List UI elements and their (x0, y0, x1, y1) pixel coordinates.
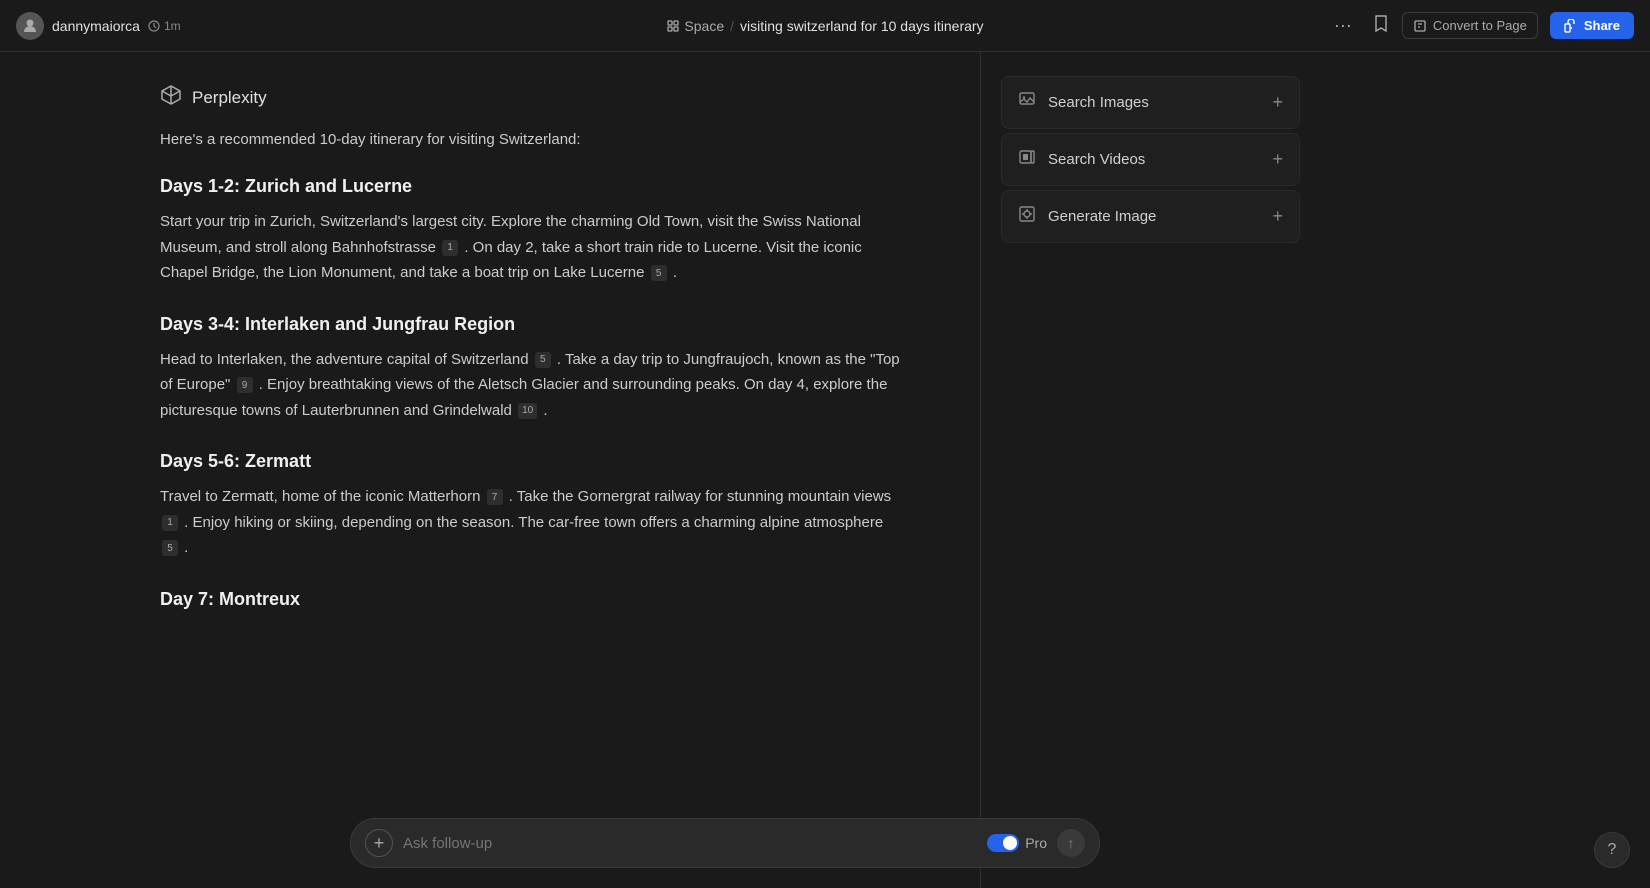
doc-title: visiting switzerland for 10 days itinera… (740, 18, 984, 34)
citation-1b[interactable]: 1 (162, 515, 178, 531)
search-videos-add-icon: + (1272, 149, 1283, 170)
citation-10[interactable]: 10 (518, 403, 537, 419)
section-body-3: Travel to Zermatt, home of the iconic Ma… (160, 484, 900, 561)
space-link[interactable]: Space (666, 18, 724, 34)
generate-image-button[interactable]: Generate Image + (1001, 190, 1300, 243)
citation-5a[interactable]: 5 (651, 265, 667, 281)
citation-5b[interactable]: 5 (535, 352, 551, 368)
breadcrumb-separator: / (730, 18, 734, 34)
search-videos-button[interactable]: Search Videos + (1001, 133, 1300, 186)
timestamp: 1m (148, 19, 181, 33)
topbar-right: ··· Convert to Page Share (1095, 11, 1634, 40)
citation-1[interactable]: 1 (442, 240, 458, 256)
section-heading-1: Days 1-2: Zurich and Lucerne (160, 176, 900, 197)
main-layout: Perplexity Here's a recommended 10-day i… (0, 52, 1650, 888)
citation-7[interactable]: 7 (487, 489, 503, 505)
search-videos-label: Search Videos (1048, 151, 1145, 168)
avatar (16, 12, 44, 40)
topbar: dannymaiorca 1m Space / visiting switzer… (0, 0, 1650, 52)
section-heading-4: Day 7: Montreux (160, 589, 900, 610)
citation-5c[interactable]: 5 (162, 540, 178, 556)
send-button[interactable]: ↑ (1057, 829, 1085, 857)
bookmark-button[interactable] (1372, 14, 1390, 37)
perplexity-header: Perplexity (160, 84, 900, 112)
follow-up-input[interactable] (403, 835, 977, 852)
perplexity-label: Perplexity (192, 88, 267, 108)
more-options-button[interactable]: ··· (1326, 11, 1360, 40)
search-images-button[interactable]: Search Images + (1001, 76, 1300, 129)
section-heading-2: Days 3-4: Interlaken and Jungfrau Region (160, 314, 900, 335)
intro-text: Here's a recommended 10-day itinerary fo… (160, 128, 900, 152)
convert-to-page-button[interactable]: Convert to Page (1402, 12, 1538, 39)
username: dannymaiorca (52, 18, 140, 34)
topbar-left: dannymaiorca 1m (16, 12, 555, 40)
content-area: Perplexity Here's a recommended 10-day i… (0, 52, 980, 888)
section-heading-3: Days 5-6: Zermatt (160, 451, 900, 472)
pro-toggle: Pro (987, 834, 1047, 852)
help-button[interactable]: ? (1594, 832, 1630, 868)
pro-toggle-switch[interactable] (987, 834, 1019, 852)
topbar-center: Space / visiting switzerland for 10 days… (555, 18, 1094, 34)
search-videos-icon (1018, 148, 1036, 171)
input-container: + Pro ↑ (350, 818, 1100, 868)
section-body-1: Start your trip in Zurich, Switzerland's… (160, 209, 900, 286)
perplexity-icon (160, 84, 182, 112)
search-images-add-icon: + (1272, 92, 1283, 113)
generate-image-label: Generate Image (1048, 208, 1156, 225)
generate-image-icon (1018, 205, 1036, 228)
generate-image-add-icon: + (1272, 206, 1283, 227)
pro-label: Pro (1025, 835, 1047, 851)
search-images-icon (1018, 91, 1036, 114)
attach-button[interactable]: + (365, 829, 393, 857)
bottom-bar: + Pro ↑ (160, 818, 1290, 868)
citation-9[interactable]: 9 (237, 377, 253, 393)
sidebar: Search Images + Search Videos + (980, 52, 1320, 888)
search-images-label: Search Images (1048, 94, 1149, 111)
share-button[interactable]: Share (1550, 12, 1634, 39)
section-body-2: Head to Interlaken, the adventure capita… (160, 347, 900, 424)
